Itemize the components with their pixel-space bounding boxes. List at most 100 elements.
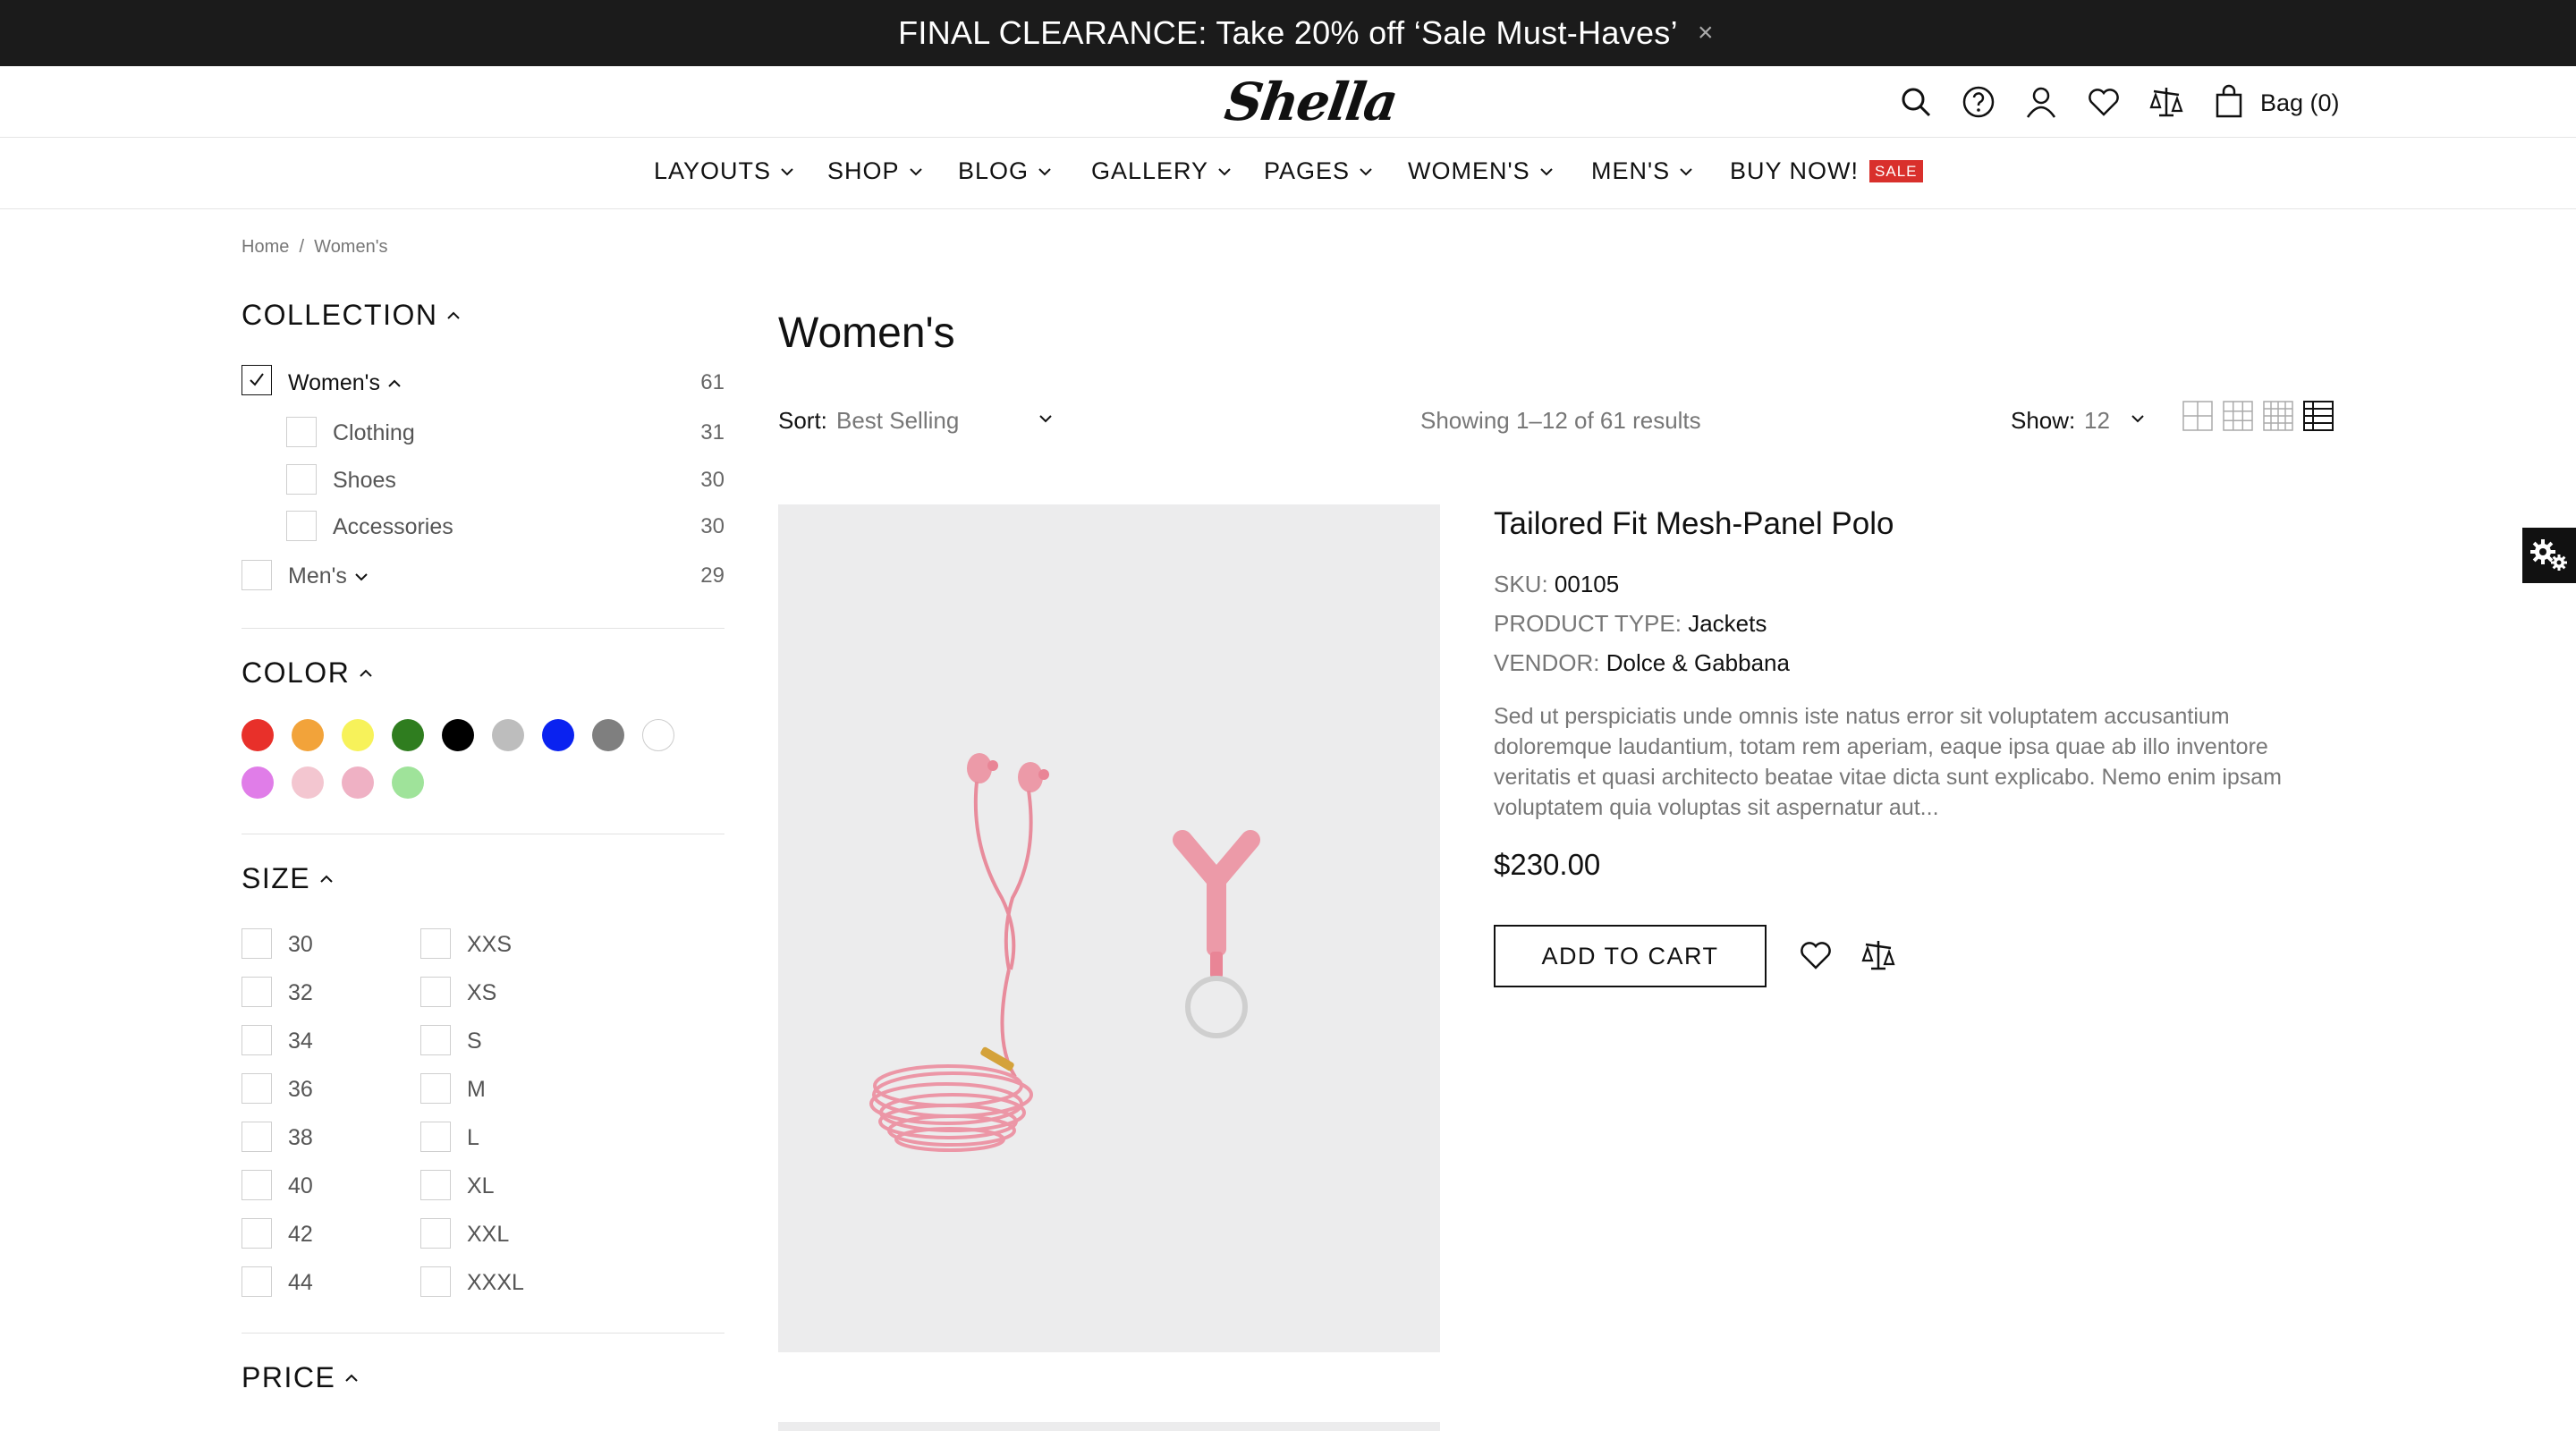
- mens-checkbox[interactable]: [242, 560, 272, 590]
- nav-shop[interactable]: SHOP: [827, 157, 923, 185]
- color-swatch[interactable]: [342, 719, 374, 751]
- nav-womens[interactable]: WOMEN'S: [1408, 157, 1554, 185]
- add-to-cart-button[interactable]: ADD TO CART: [1494, 925, 1767, 987]
- color-swatch[interactable]: [642, 719, 674, 751]
- color-swatch[interactable]: [542, 719, 574, 751]
- color-swatch[interactable]: [392, 766, 424, 799]
- show-per-page-select[interactable]: 12: [2084, 407, 2144, 435]
- shoes-filter-label[interactable]: Shoes: [333, 468, 396, 494]
- site-logo[interactable]: Shella: [1221, 72, 1400, 132]
- grid-3-icon[interactable]: [2223, 401, 2253, 431]
- compare-icon[interactable]: [2148, 84, 2184, 120]
- size-label[interactable]: 32: [288, 980, 313, 1006]
- size-checkbox[interactable]: [242, 1122, 272, 1152]
- color-swatch[interactable]: [242, 766, 274, 799]
- compare-icon[interactable]: [1860, 937, 1896, 973]
- size-checkbox[interactable]: [242, 928, 272, 959]
- nav-pages[interactable]: PAGES: [1264, 157, 1373, 185]
- clothing-filter-label[interactable]: Clothing: [333, 420, 415, 446]
- size-checkbox[interactable]: [420, 1218, 451, 1249]
- next-product-image[interactable]: [778, 1422, 1440, 1431]
- size-checkbox[interactable]: [242, 1073, 272, 1104]
- size-label[interactable]: 40: [288, 1173, 313, 1199]
- product-image[interactable]: [778, 504, 1440, 1352]
- size-checkbox[interactable]: [420, 1266, 451, 1297]
- breadcrumb-separator: /: [299, 237, 305, 257]
- grid-4-icon[interactable]: [2263, 401, 2293, 431]
- womens-checkbox[interactable]: [242, 365, 272, 395]
- product-price: $230.00: [1494, 848, 1601, 881]
- chevron-down-icon: [781, 167, 793, 175]
- collection-filter-title[interactable]: COLLECTION: [242, 299, 461, 332]
- color-swatch[interactable]: [242, 719, 274, 751]
- size-checkbox[interactable]: [420, 1170, 451, 1200]
- nav-gallery[interactable]: GALLERY: [1091, 157, 1232, 185]
- size-checkbox[interactable]: [420, 1073, 451, 1104]
- promo-close-button[interactable]: ×: [1698, 18, 1714, 48]
- grid-2-icon[interactable]: [2182, 401, 2213, 431]
- size-label[interactable]: M: [467, 1077, 486, 1103]
- chevron-down-icon: [1038, 167, 1051, 175]
- nav-label: BLOG: [958, 157, 1030, 184]
- breadcrumb-home[interactable]: Home: [242, 237, 289, 257]
- size-checkbox[interactable]: [420, 977, 451, 1007]
- shoes-checkbox[interactable]: [286, 464, 317, 495]
- color-swatch[interactable]: [342, 766, 374, 799]
- bag-icon[interactable]: [2211, 84, 2247, 120]
- size-filter-title[interactable]: SIZE: [242, 862, 334, 895]
- wishlist-icon[interactable]: [1798, 937, 1834, 973]
- clothing-checkbox[interactable]: [286, 417, 317, 447]
- color-filter-title[interactable]: COLOR: [242, 656, 373, 690]
- size-label[interactable]: 38: [288, 1125, 313, 1151]
- color-swatch[interactable]: [492, 719, 524, 751]
- nav-blog[interactable]: BLOG: [958, 157, 1052, 185]
- size-label[interactable]: 34: [288, 1029, 313, 1054]
- nav-layouts[interactable]: LAYOUTS: [654, 157, 794, 185]
- size-checkbox[interactable]: [242, 1025, 272, 1055]
- chevron-down-icon: [909, 167, 922, 175]
- color-swatch[interactable]: [592, 719, 624, 751]
- size-checkbox[interactable]: [420, 1122, 451, 1152]
- search-icon[interactable]: [1898, 84, 1934, 120]
- price-title-label: PRICE: [242, 1361, 336, 1393]
- size-checkbox[interactable]: [242, 1266, 272, 1297]
- size-label[interactable]: 36: [288, 1077, 313, 1103]
- clothing-count: 31: [700, 420, 724, 445]
- wishlist-icon[interactable]: [2086, 84, 2122, 120]
- nav-label: LAYOUTS: [654, 157, 772, 184]
- sort-select[interactable]: Best Selling: [836, 407, 1052, 435]
- size-checkbox[interactable]: [242, 1170, 272, 1200]
- mens-filter-label[interactable]: Men's: [288, 563, 369, 589]
- nav-buy-now[interactable]: BUY NOW! SALE: [1730, 157, 1923, 185]
- nav-mens[interactable]: MEN'S: [1591, 157, 1693, 185]
- size-label[interactable]: 30: [288, 932, 313, 958]
- product-title[interactable]: Tailored Fit Mesh-Panel Polo: [1494, 506, 1894, 542]
- settings-tab[interactable]: [2522, 528, 2576, 583]
- size-checkbox[interactable]: [242, 1218, 272, 1249]
- list-view-icon[interactable]: [2303, 401, 2334, 431]
- help-icon[interactable]: [1961, 84, 1996, 120]
- size-label[interactable]: XS: [467, 980, 496, 1006]
- size-label[interactable]: L: [467, 1125, 479, 1151]
- color-swatch[interactable]: [292, 766, 324, 799]
- size-label[interactable]: S: [467, 1029, 482, 1054]
- size-label[interactable]: 42: [288, 1222, 313, 1248]
- color-swatch[interactable]: [442, 719, 474, 751]
- size-label[interactable]: 44: [288, 1270, 313, 1296]
- size-checkbox[interactable]: [242, 977, 272, 1007]
- size-label[interactable]: XL: [467, 1173, 495, 1199]
- bag-link[interactable]: Bag (0): [2260, 89, 2340, 117]
- size-label[interactable]: XXS: [467, 932, 512, 958]
- size-checkbox[interactable]: [420, 928, 451, 959]
- price-filter-title[interactable]: PRICE: [242, 1361, 359, 1394]
- account-icon[interactable]: [2023, 84, 2059, 120]
- size-label[interactable]: XXXL: [467, 1270, 524, 1296]
- accessories-checkbox[interactable]: [286, 511, 317, 541]
- accessories-filter-label[interactable]: Accessories: [333, 514, 453, 540]
- color-swatch[interactable]: [392, 719, 424, 751]
- color-swatch[interactable]: [292, 719, 324, 751]
- size-checkbox[interactable]: [420, 1025, 451, 1055]
- sidebar-divider: [242, 628, 724, 629]
- size-label[interactable]: XXL: [467, 1222, 509, 1248]
- womens-filter-label[interactable]: Women's: [288, 370, 402, 396]
